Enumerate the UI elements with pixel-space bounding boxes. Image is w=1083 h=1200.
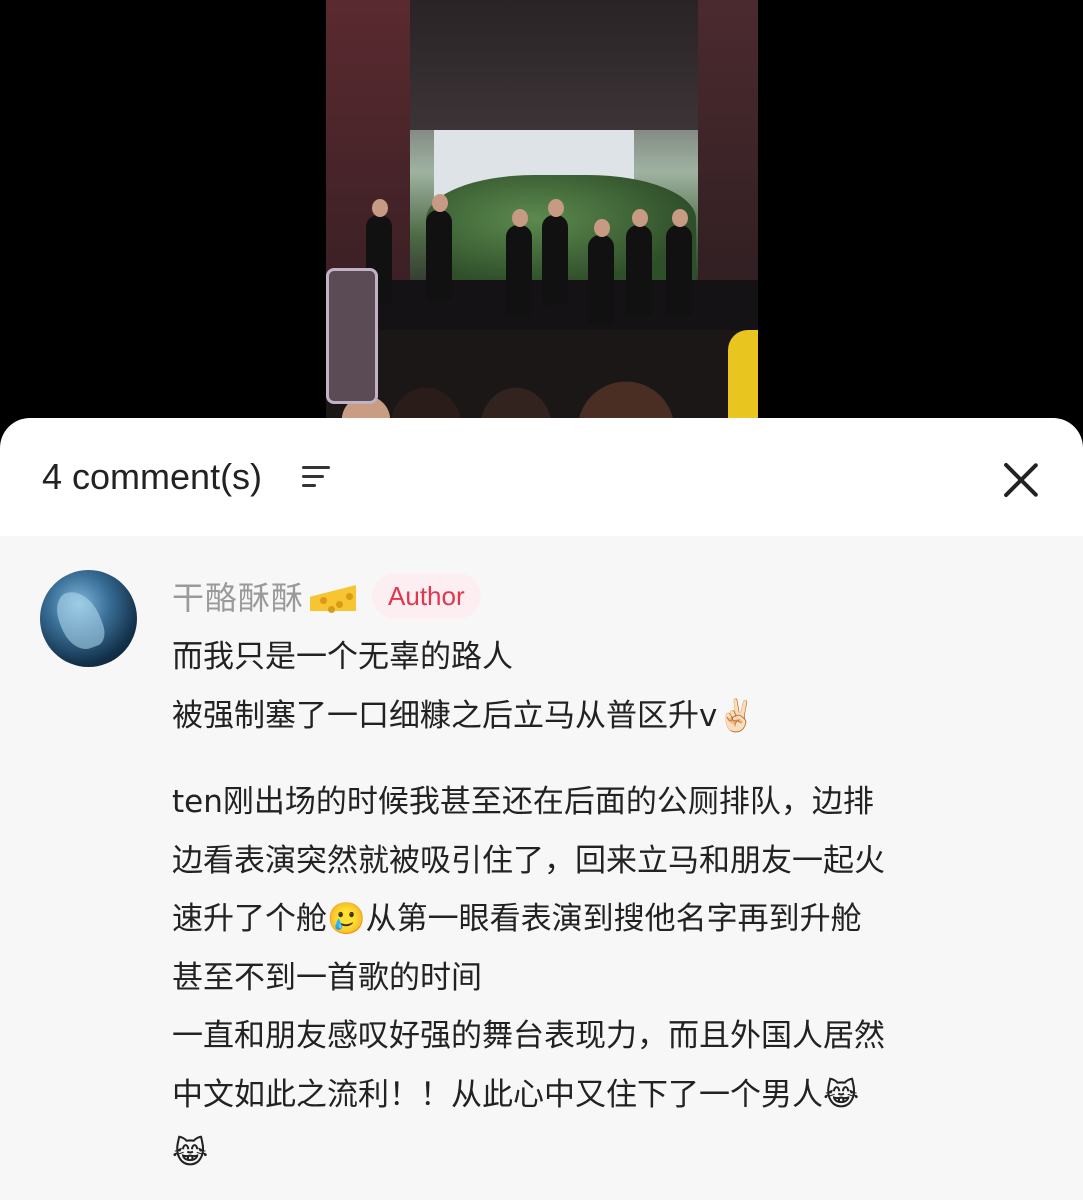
dancer <box>542 199 568 305</box>
username[interactable]: 干酪酥酥 <box>172 573 304 619</box>
author-badge: Author <box>372 573 481 619</box>
stage-roof <box>410 0 700 130</box>
sheet-header: 4 comment(s) <box>0 418 1083 536</box>
dancer <box>506 209 532 315</box>
comment-line: 中文如此之流利！！从此心中又住下了一个男人😹 <box>172 1076 860 1113</box>
comment-header: 干酪酥酥 Author <box>172 572 481 620</box>
comment-line: 😹 <box>172 1135 209 1171</box>
comment-line: 一直和朋友感叹好强的舞台表现力，而且外国人居然 <box>172 1018 885 1054</box>
close-icon[interactable] <box>1000 458 1042 500</box>
dancer <box>588 219 614 325</box>
cheese-icon <box>308 577 358 615</box>
comments-sheet: 4 comment(s) 干酪酥酥 Author 而我只是一个无辜的路人 被强制… <box>0 418 1083 1200</box>
comment-line: 甚至不到一首歌的时间 <box>172 959 482 996</box>
comment-line: ten刚出场的时候我甚至还在后面的公厕排队，边排 <box>172 784 874 820</box>
crowd <box>326 330 758 430</box>
video-frame[interactable] <box>326 0 758 430</box>
yellow-shirt <box>728 330 758 430</box>
video-player[interactable] <box>0 0 1083 430</box>
comment-line: 边看表演突然就被吸引住了，回来立马和朋友一起火 <box>172 842 885 879</box>
dancer <box>666 209 692 315</box>
comment-text: 而我只是一个无辜的路人 被强制塞了一口细糠之后立马从普区升v✌🏻 ten刚出场的… <box>172 628 1052 1183</box>
comment-list: 干酪酥酥 Author 而我只是一个无辜的路人 被强制塞了一口细糠之后立马从普区… <box>0 536 1083 1200</box>
avatar[interactable] <box>40 570 137 667</box>
dancer <box>626 209 652 315</box>
comment-line: 被强制塞了一口细糠之后立马从普区升v✌🏻 <box>172 697 756 734</box>
dancer <box>426 194 452 300</box>
comment-count: 4 comment(s) <box>42 456 263 497</box>
phone-in-crowd <box>326 268 378 404</box>
comment-line: 速升了个舱🥲从第一眼看表演到搜他名字再到升舱 <box>172 901 862 937</box>
sort-lines-icon[interactable] <box>302 466 330 488</box>
comment-line: 而我只是一个无辜的路人 <box>172 639 513 675</box>
